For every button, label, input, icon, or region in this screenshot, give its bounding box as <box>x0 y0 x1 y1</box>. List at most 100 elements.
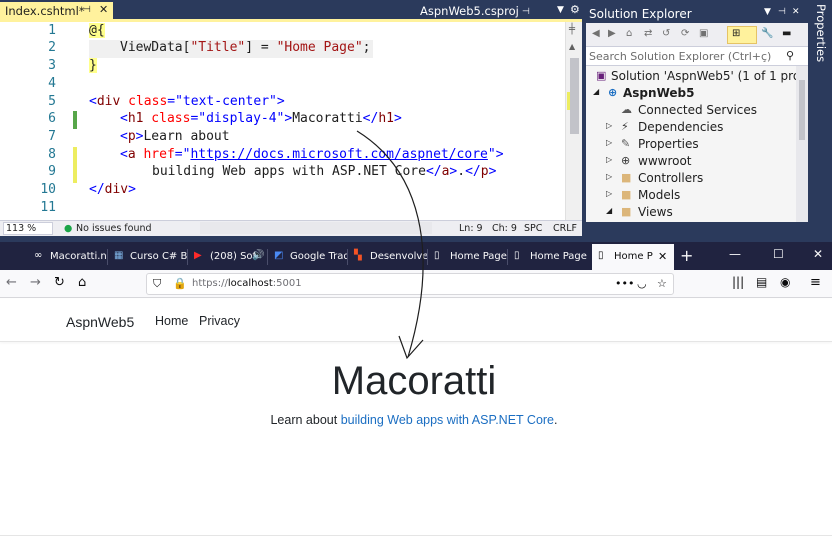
browser-tab[interactable]: ▯ Home Page <box>508 244 592 270</box>
split-icon[interactable]: ╪ <box>569 24 575 35</box>
refresh-icon[interactable]: ⟳ <box>681 28 689 39</box>
firefox-window: ∞ Macoratti.ne ▦ Curso C# B ▶ (208) Sof … <box>0 242 832 543</box>
properties-side-tab[interactable]: Properties <box>809 0 832 242</box>
code-text[interactable]: @{ ViewData["Title"] = "Home Page"; } <d… <box>89 22 565 197</box>
pin-icon[interactable]: ⊣ <box>83 5 91 15</box>
whitespace-indicator: SPC <box>524 223 543 234</box>
search-icon[interactable]: ⚲ <box>786 49 794 62</box>
back-icon[interactable]: ← <box>6 275 17 290</box>
lock-icon[interactable]: 🔒 <box>173 277 187 290</box>
collapsed-icon[interactable]: ▷ <box>606 121 612 130</box>
code-token: < <box>120 129 128 144</box>
tab-label: Index.cshtml* <box>5 4 85 18</box>
editor-vertical-scrollbar[interactable]: ╪ ▲ <box>565 22 582 220</box>
maximize-icon[interactable]: ☐ <box>773 247 784 261</box>
history-icon[interactable]: ↺ <box>662 28 670 39</box>
back-icon[interactable]: ◀ <box>592 28 600 39</box>
line-number: 2 <box>48 40 56 55</box>
pin-icon[interactable]: ⊣ <box>778 7 786 17</box>
chevron-down-icon[interactable]: ▼ <box>557 5 564 15</box>
code-token: p <box>480 164 489 179</box>
wrench-icon[interactable]: 🔧 <box>761 28 773 39</box>
pin-icon[interactable]: ⊣ <box>522 7 530 17</box>
collapse-all-icon[interactable]: ▣ <box>699 28 708 39</box>
account-icon[interactable]: ◉ <box>780 275 790 289</box>
collapsed-icon[interactable]: ▷ <box>606 189 612 198</box>
sync-icon[interactable]: ⇄ <box>644 28 652 39</box>
filter-icon[interactable]: ⊞ <box>732 28 740 39</box>
code-line-1: @{ <box>89 23 105 40</box>
nav-link-privacy[interactable]: Privacy <box>199 314 240 328</box>
code-editor[interactable]: 1 2 3 4 5 6 7 8 9 10 11 @{ ViewData["Tit… <box>0 22 582 220</box>
scroll-thumb[interactable] <box>799 80 805 140</box>
code-token: Learn about <box>143 129 230 144</box>
chevron-down-icon[interactable]: ▼ <box>764 7 771 17</box>
code-line-9: building Web apps with ASP.NET Core</a>.… <box>152 164 496 181</box>
menu-icon[interactable]: ≡ <box>810 275 821 290</box>
code-line-10: </div> <box>89 182 136 199</box>
code-token: > <box>276 94 285 109</box>
expanded-icon[interactable]: ◢ <box>593 87 599 96</box>
code-token: = <box>167 94 176 109</box>
close-icon[interactable]: ✕ <box>658 250 667 263</box>
code-token: = <box>174 147 183 162</box>
close-window-icon[interactable]: ✕ <box>813 247 823 261</box>
reload-icon[interactable]: ↻ <box>54 275 65 290</box>
lead-link[interactable]: building Web apps with ASP.NET Core <box>341 413 554 427</box>
gear-icon[interactable]: ⚙ <box>570 3 580 16</box>
code-link[interactable]: https://docs.microsoft.com/aspnet/core <box>190 147 487 162</box>
home-icon[interactable]: ⌂ <box>78 275 86 290</box>
browser-tab[interactable]: ▶ (208) Sof 🔊 <box>188 244 268 270</box>
browser-tab[interactable]: ∞ Macoratti.ne <box>28 244 108 270</box>
browser-tab-active[interactable]: ▯ Home P ✕ <box>592 244 674 270</box>
expanded-icon[interactable]: ◢ <box>606 206 612 215</box>
solution-explorer-title-bar: Solution Explorer ▼ ⊣ ✕ <box>586 4 808 23</box>
pocket-icon[interactable]: ◡ <box>637 277 647 290</box>
nav-link-home[interactable]: Home <box>155 314 188 328</box>
zoom-level[interactable]: 113 % <box>3 222 53 235</box>
sidebar-icon[interactable]: ▤ <box>756 275 767 289</box>
site-brand[interactable]: AspnWeb5 <box>66 314 134 330</box>
preview-icon[interactable]: ▬ <box>782 28 791 39</box>
solution-explorer-search[interactable]: Search Solution Explorer (Ctrl+ç) ⚲ <box>586 47 808 66</box>
solution-explorer-scrollbar[interactable] <box>796 66 808 222</box>
home-icon[interactable]: ⌂ <box>626 28 632 39</box>
lead-end: . <box>554 413 558 427</box>
browser-tab[interactable]: ▦ Curso C# B <box>108 244 188 270</box>
tab-aspnweb5-csproj[interactable]: AspnWeb5.csproj <box>420 4 519 18</box>
close-icon[interactable]: ✕ <box>792 7 800 17</box>
url-text[interactable]: https://localhost:5001 <box>192 278 302 289</box>
shield-icon[interactable]: ⛉ <box>153 277 161 291</box>
line-number: 6 <box>48 111 56 126</box>
page-heading: Macoratti <box>331 359 497 403</box>
code-token: href <box>135 147 175 162</box>
code-line-5: <div class="text-center"> <box>89 94 285 111</box>
collapsed-icon[interactable]: ▷ <box>606 172 612 181</box>
code-line-7: <p>Learn about <box>120 129 230 146</box>
browser-tab[interactable]: ◩ Google Trad <box>268 244 348 270</box>
editor-horizontal-scrollbar[interactable] <box>200 222 432 234</box>
issues-status[interactable]: No issues found <box>76 223 152 234</box>
close-icon[interactable]: ✕ <box>99 3 108 16</box>
code-token: ViewData[ <box>120 40 191 55</box>
scroll-thumb[interactable] <box>570 58 579 134</box>
collapsed-icon[interactable]: ▷ <box>606 155 612 164</box>
collapsed-icon[interactable]: ▷ <box>606 138 612 147</box>
library-icon[interactable]: ||| <box>732 275 744 289</box>
scroll-up-icon[interactable]: ▲ <box>569 42 575 51</box>
forward-icon[interactable]: → <box>30 275 41 290</box>
line-number: 9 <box>48 164 56 179</box>
speaker-icon[interactable]: 🔊 <box>252 250 264 261</box>
more-icon[interactable]: ••• <box>615 277 634 290</box>
forward-icon[interactable]: ▶ <box>608 28 616 39</box>
char-indicator: Ch: 9 <box>492 223 517 234</box>
minimize-icon[interactable]: — <box>729 247 741 261</box>
browser-tab[interactable]: ▚ Desenvolver <box>348 244 428 270</box>
code-token: "display-4" <box>198 111 285 126</box>
bookmark-star-icon[interactable]: ☆ <box>657 277 667 290</box>
code-token: a <box>127 147 136 162</box>
new-tab-icon[interactable]: + <box>680 246 693 265</box>
line-number: 3 <box>48 58 56 73</box>
address-bar[interactable]: ⛉ 🔒 https://localhost:5001 ••• ◡ ☆ <box>146 273 674 295</box>
browser-tab[interactable]: ▯ Home Page <box>428 244 508 270</box>
